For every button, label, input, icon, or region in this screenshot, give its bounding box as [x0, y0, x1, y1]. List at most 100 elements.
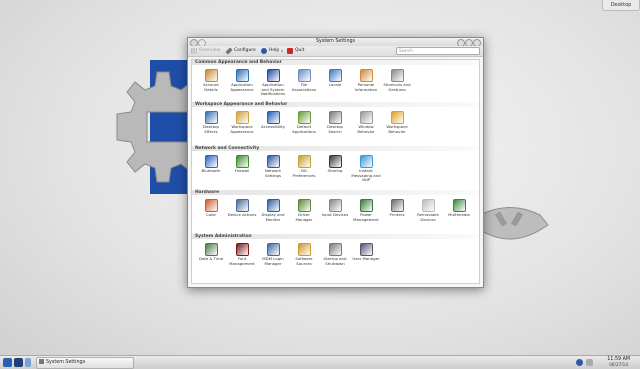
settings-item-label: Accessibility [261, 124, 285, 129]
settings-item-printer[interactable]: Printers [382, 199, 412, 218]
settings-item-multimedia[interactable]: Multimedia [444, 199, 474, 218]
settings-item-device-actions[interactable]: Device Actions [227, 199, 257, 218]
settings-item-workspace-behavior[interactable]: Workspace Behavior [382, 111, 412, 134]
settings-item-color[interactable]: Color [196, 199, 226, 218]
settings-item-person[interactable]: Personal Information [351, 69, 381, 92]
settings-item-user[interactable]: Account Details [196, 69, 226, 92]
settings-content: Common Appearance and Behavior Account De… [191, 59, 480, 284]
settings-item-default-apps[interactable]: Default Applications [289, 111, 319, 134]
workspace-behavior-icon [390, 111, 404, 124]
search-input[interactable]: Search [396, 47, 480, 55]
section-3: Hardware Color Device Actions Display and M… [192, 190, 479, 234]
settings-item-font[interactable]: Font Management [227, 243, 257, 266]
user-manager-icon [359, 243, 373, 256]
settings-item-bluetooth[interactable]: Bluetooth [196, 155, 226, 174]
help-button[interactable]: Help ▾ [261, 47, 283, 55]
notification-info-icon[interactable] [576, 359, 583, 366]
settings-item-login-manager[interactable]: MDM Login Manager [258, 243, 288, 266]
device-actions-icon [235, 199, 249, 212]
section-items: Account Details Application Appearance App… [192, 65, 479, 104]
font-icon [235, 243, 249, 256]
settings-item-clock[interactable]: Date & Time [196, 243, 226, 262]
settings-item-label: Account Details [203, 82, 219, 92]
user-icon [204, 69, 218, 82]
settings-item-driver[interactable]: Driver Manager [289, 199, 319, 222]
settings-item-file-assoc[interactable]: File Associations [289, 69, 319, 92]
section-1: Workspace Appearance and Behavior Desktop… [192, 102, 479, 146]
settings-item-ssl[interactable]: SSL Preferences [289, 155, 319, 178]
settings-item-removable[interactable]: Removable Devices [413, 199, 443, 222]
application-launcher-icon[interactable] [3, 358, 12, 367]
system-tray-icon[interactable] [586, 359, 593, 366]
settings-item-workspace-appearance[interactable]: Workspace Appearance [227, 111, 257, 134]
palette-icon [235, 69, 249, 82]
bluetooth-icon [204, 155, 218, 168]
quit-icon [287, 48, 293, 54]
settings-item-startup[interactable]: Startup and Shutdown [320, 243, 350, 266]
info-icon [266, 69, 280, 82]
settings-item-label: Workspace Appearance [230, 124, 254, 134]
settings-item-chat[interactable]: Instant Messaging and VoIP [351, 155, 381, 183]
configure-button[interactable]: Configure [225, 47, 256, 55]
settings-item-label: Desktop Effects [202, 124, 220, 134]
settings-item-accessibility[interactable]: Accessibility [258, 111, 288, 130]
settings-item-label: User Manager [352, 256, 380, 261]
show-desktop-icon[interactable] [14, 358, 23, 367]
ssl-icon [297, 155, 311, 168]
settings-item-network[interactable]: Network Settings [258, 155, 288, 178]
settings-item-label: Printers [389, 212, 405, 217]
settings-item-label: Application Appearance [230, 82, 254, 92]
desktop-button[interactable]: Desktop [602, 0, 640, 11]
settings-item-label: Sharing [327, 168, 343, 173]
input-devices-icon [328, 199, 342, 212]
settings-item-label: Input Devices [321, 212, 349, 217]
settings-item-label: Software Sources [295, 256, 313, 266]
digital-clock[interactable]: 11:59 AM 06/27/14 [607, 357, 630, 367]
settings-item-sharing[interactable]: Sharing [320, 155, 350, 174]
settings-item-label: Shortcuts and Gestures [383, 82, 411, 92]
sharing-icon [328, 155, 342, 168]
power-icon [359, 199, 373, 212]
software-sources-icon [297, 243, 311, 256]
settings-item-input-devices[interactable]: Input Devices [320, 199, 350, 218]
window-titlebar[interactable]: System Settings [188, 38, 483, 47]
quit-button[interactable]: Quit [287, 47, 304, 55]
clock-icon [204, 243, 218, 256]
grid-icon [191, 48, 197, 54]
overview-button[interactable]: Overview [191, 47, 220, 55]
section-items: Color Device Actions Display and Monitor Dr… [192, 195, 479, 234]
settings-item-label: Bluetooth [201, 168, 221, 173]
wrench-icon [39, 359, 44, 364]
system-settings-window: System Settings Overview Configure Help … [187, 37, 484, 288]
settings-item-palette[interactable]: Application Appearance [227, 69, 257, 92]
settings-item-label: Device Actions [227, 212, 257, 217]
taskbar: System Settings 11:59 AM 06/27/14 [0, 355, 640, 369]
multimedia-icon [452, 199, 466, 212]
settings-item-keyboard[interactable]: Shortcuts and Gestures [382, 69, 412, 92]
settings-item-label: File Associations [291, 82, 317, 92]
settings-item-info[interactable]: Application and System Notifications [258, 69, 288, 97]
section-4: System Administration Date & Time Font Man… [192, 234, 479, 278]
settings-item-firewall[interactable]: Firewall [227, 155, 257, 174]
pager-icon[interactable] [25, 358, 31, 367]
settings-item-magnifier[interactable]: Desktop Search [320, 111, 350, 134]
printer-icon [390, 199, 404, 212]
task-system-settings[interactable]: System Settings [36, 357, 134, 369]
settings-item-desktop-effects[interactable]: Desktop Effects [196, 111, 226, 134]
network-icon [266, 155, 280, 168]
settings-item-label: Startup and Shutdown [323, 256, 347, 266]
help-icon [261, 48, 267, 54]
section-0: Common Appearance and Behavior Account De… [192, 60, 479, 104]
settings-item-label: Instant Messaging and VoIP [351, 168, 381, 183]
section-items: Bluetooth Firewall Network Settings SSL Pre… [192, 151, 479, 190]
settings-item-power[interactable]: Power Management [351, 199, 381, 222]
settings-item-window[interactable]: Window Behavior [351, 111, 381, 134]
startup-icon [328, 243, 342, 256]
settings-item-label: Driver Manager [295, 212, 313, 222]
keyboard-icon [390, 69, 404, 82]
settings-item-globe[interactable]: Locale [320, 69, 350, 88]
globe-icon [328, 69, 342, 82]
settings-item-software-sources[interactable]: Software Sources [289, 243, 319, 266]
settings-item-user-manager[interactable]: User Manager [351, 243, 381, 262]
settings-item-monitor[interactable]: Display and Monitor [258, 199, 288, 222]
